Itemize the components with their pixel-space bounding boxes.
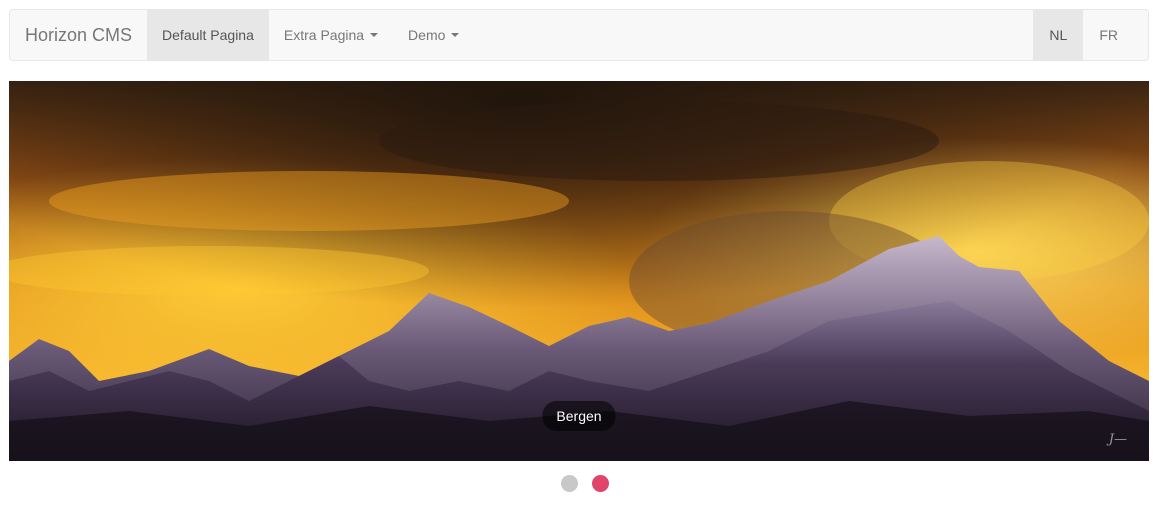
language-switcher: NL FR	[1033, 10, 1148, 60]
carousel-indicators	[0, 475, 1169, 492]
nav-item-demo[interactable]: Demo	[393, 10, 474, 60]
nav-item-extra-pagina[interactable]: Extra Pagina	[269, 10, 393, 60]
nav-item-label: Default Pagina	[162, 27, 254, 43]
language-label: FR	[1099, 27, 1118, 43]
main-nav: Default Pagina Extra Pagina Demo	[147, 10, 474, 60]
indicator-slide-2[interactable]	[591, 475, 609, 492]
indicator-slide-1[interactable]	[560, 475, 578, 492]
navbar: Horizon CMS Default Pagina Extra Pagina …	[9, 9, 1149, 61]
language-nl[interactable]: NL	[1033, 10, 1084, 60]
slide-caption: Bergen	[542, 401, 616, 431]
language-label: NL	[1049, 27, 1068, 43]
photo-signature: J—	[1108, 432, 1127, 447]
carousel[interactable]: Bergen J—	[9, 81, 1149, 461]
brand-link[interactable]: Horizon CMS	[10, 10, 147, 60]
caret-down-icon	[451, 33, 460, 37]
nav-item-label: Demo	[408, 27, 446, 43]
nav-item-label: Extra Pagina	[283, 27, 365, 43]
nav-item-default-pagina[interactable]: Default Pagina	[147, 10, 269, 60]
language-fr[interactable]: FR	[1083, 10, 1148, 60]
caret-down-icon	[370, 33, 379, 37]
